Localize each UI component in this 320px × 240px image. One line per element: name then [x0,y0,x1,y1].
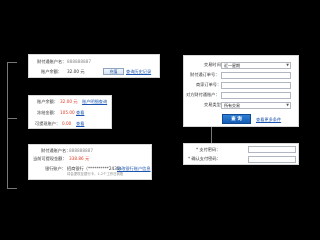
bank-account-value: 招商银行（**********2435） [67,166,124,171]
account-name-value: 888888887 [69,148,93,153]
account-detail-link[interactable]: 账户明细查询 [82,99,107,104]
trade-type-selected: 所有交易 [224,103,240,108]
withdrawable-view-link[interactable]: 查看 [76,121,84,126]
frozen-amount-label: 冻结金额： [37,110,58,115]
confirm-password-input[interactable] [248,156,296,163]
balance-value: 32.00 元 [60,99,78,104]
withdrawable-value: 0.00 [62,121,72,126]
withdraw-card: 财付通账户名： 888888887 当前可提现金额： 338.86 元 银行账户… [28,144,152,180]
balance-detail-card: 账户余额： 32.00 元 账户明细查询 冻结金额： 105.00 查看 可提现… [28,95,112,129]
trade-type-select[interactable]: 所有交易 ▼ [221,102,291,109]
balance-label: 账户余额： [41,69,62,74]
account-name-label: 财付通账户名： [37,59,67,64]
brace-top-tick [7,62,17,63]
withdrawable-label: 可提现账户： [35,121,61,126]
pay-password-label: * 支付密码： [196,147,221,152]
bank-account-label: 银行账户： [45,166,66,171]
counterparty-input[interactable] [221,92,291,99]
frozen-amount-value: 105.00 [60,110,75,115]
brace-bottom-tick [7,188,17,189]
edit-bank-link[interactable]: 修改银行账户信息 [117,166,151,171]
chevron-down-icon: ▼ [286,103,289,107]
search-button-label: 查 询 [231,117,242,122]
history-link[interactable]: 查询历史记录 [126,69,151,74]
recharge-button-label: 充值 [109,69,118,74]
pay-password-input[interactable] [248,146,296,153]
trade-time-select[interactable]: 近一星期 ▼ [221,62,291,69]
recharge-button[interactable]: 充值 [103,68,124,75]
payment-password-card: * 支付密码： * 确认支付密码： [183,143,299,165]
balance-value: 32.00 元 [67,69,85,74]
confirm-password-label: * 确认支付密码： [188,156,221,161]
balance-label: 账户余额： [37,99,58,104]
account-summary-card: 财付通账户名： 888888887 账户余额： 32.00 元 充值 查询历史记… [28,54,160,78]
withdraw-note: 将会提现至银行卡，1-2个工作日到账 [67,172,124,176]
withdrawable-amount-label: 当前可提现金额： [33,156,67,161]
tenpay-order-input[interactable] [221,72,291,79]
chevron-down-icon: ▼ [286,63,289,67]
account-name-label: 财付通账户名： [41,148,71,153]
trade-time-selected: 近一星期 [224,63,240,68]
counterparty-label: 对方财付通账户： [186,92,220,97]
account-name-value: 888888887 [67,59,91,64]
more-conditions-link[interactable]: 查看更多条件 [256,117,281,122]
transaction-search-card: 交易时间： 近一星期 ▼ 财付通订单号： 商家订单号： 对方财付通账户： 交易类… [183,55,299,127]
tenpay-order-label: 财付通订单号： [190,72,220,77]
withdrawable-amount-value: 338.86 元 [69,156,90,161]
brace-middle-tick [7,118,17,119]
merchant-order-label: 商家订单号： [196,82,222,87]
brace-vertical-line [7,62,8,189]
search-button[interactable]: 查 询 [222,114,251,124]
frozen-view-link[interactable]: 查看 [76,110,84,115]
merchant-order-input[interactable] [221,82,291,89]
